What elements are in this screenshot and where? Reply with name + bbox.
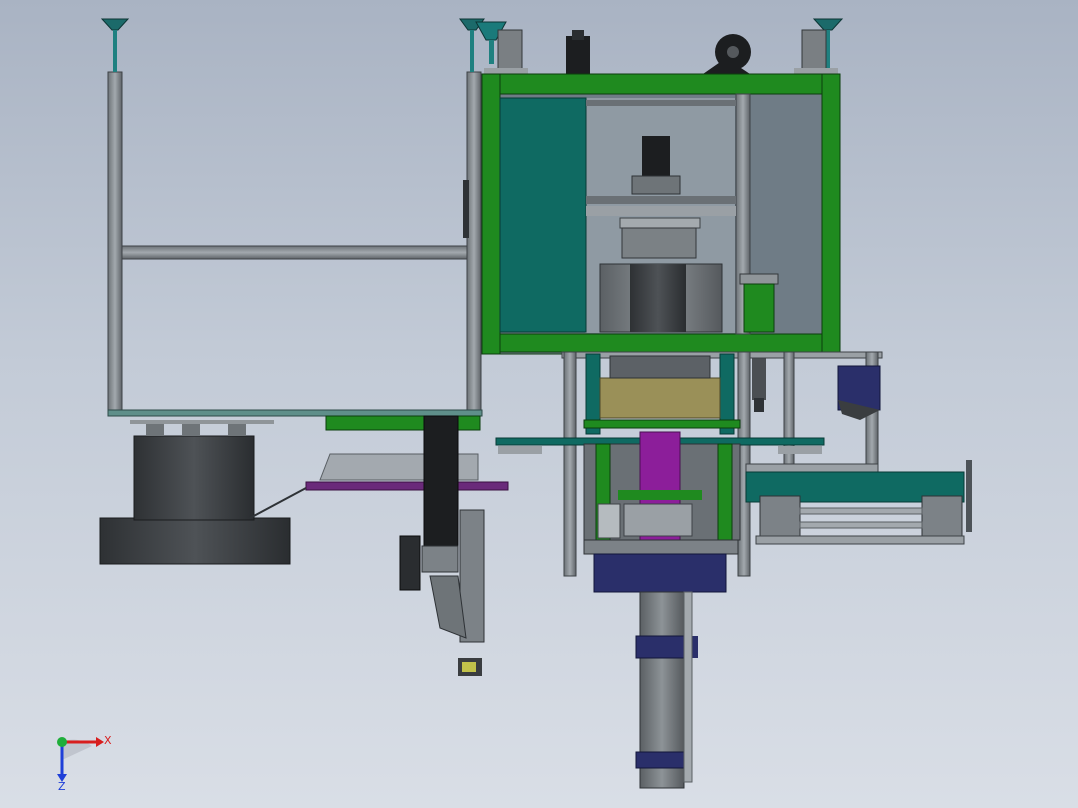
z-axis-label: Z [58,780,66,793]
leveling-foot-left [100,18,130,72]
y-axis-dot [57,737,67,747]
base-plate [583,539,739,593]
x-axis-label: X [104,734,112,747]
left-aluminium-frame [107,71,483,417]
top-reel [703,34,751,74]
bottom-cylinder [635,591,698,789]
die-set [583,431,741,541]
right-linear-slide [745,460,972,545]
assembly-drawing: X Z [57,18,972,793]
view-triad-icon: X Z [57,734,112,793]
top-motor-block [566,30,590,74]
top-bracket-right [794,29,838,74]
sensor-box [837,365,881,420]
feed-chute [249,415,509,519]
cad-viewport[interactable]: X Z [0,0,1078,808]
rotary-table-base [99,420,291,565]
x-axis-head [96,737,104,747]
